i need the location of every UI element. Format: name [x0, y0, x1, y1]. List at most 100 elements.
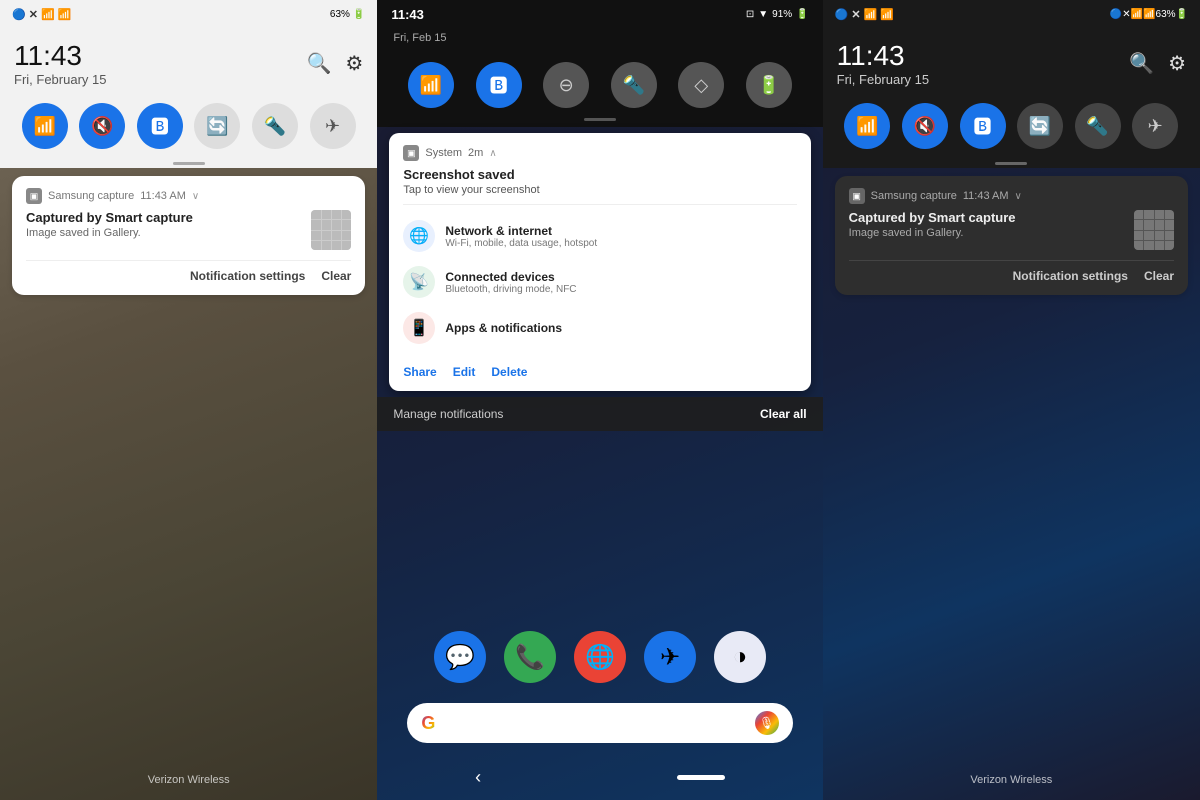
mid-tile-wifi[interactable]: 📶 [408, 62, 454, 108]
left-quick-tiles: 📶 🔇 🅱 🔄 🔦 ✈ [0, 93, 377, 159]
mid-card-chevron[interactable]: ∧ [489, 148, 496, 159]
network-sub: Wi-Fi, mobile, data usage, hotspot [445, 238, 597, 249]
right-notification-card[interactable]: ▣ Samsung capture 11:43 AM ∨ Captured by… [835, 176, 1188, 295]
delete-button[interactable]: Delete [491, 365, 527, 379]
mid-date-bar: Fri, Feb 15 [377, 28, 822, 52]
right-notif-body: Captured by Smart capture Image saved in… [849, 210, 1174, 250]
right-tile-mute[interactable]: 🔇 [902, 103, 948, 149]
edit-button[interactable]: Edit [453, 365, 476, 379]
right-notification-settings-button[interactable]: Notification settings [1013, 269, 1128, 283]
right-tile-airplane[interactable]: ✈ [1132, 103, 1178, 149]
settings-list: 🌐 Network & internet Wi-Fi, mobile, data… [403, 204, 796, 351]
right-settings-icon[interactable]: ⚙ [1168, 51, 1186, 76]
left-carrier: Verizon Wireless [0, 774, 377, 786]
mid-divider [377, 118, 822, 127]
right-tile-wifi[interactable]: 📶 [844, 103, 890, 149]
right-header: 11:43 Fri, February 15 🔍 ⚙ [823, 28, 1200, 93]
devices-sub: Bluetooth, driving mode, NFC [445, 284, 576, 295]
right-divider-line [995, 162, 1027, 165]
nav-home-pill[interactable] [677, 775, 725, 780]
left-status-icons: 🔵 ✕ 📶 📶 [12, 8, 71, 21]
google-app[interactable]: ◑ [714, 631, 766, 683]
chrome-app[interactable]: 🌐 [574, 631, 626, 683]
notif-actions: Notification settings Clear [26, 260, 351, 283]
notif-time: 11:43 AM [140, 190, 186, 202]
notif-header: ▣ Samsung capture 11:43 AM ∨ [26, 188, 351, 204]
battery-icon: 🔋 [796, 9, 808, 20]
devices-icon: 📡 [403, 266, 435, 298]
right-header-icons: 🔍 ⚙ [1129, 51, 1186, 76]
notif-header-left: ▣ Samsung capture 11:43 AM ∨ [26, 188, 199, 204]
right-status-icons: 🔵 ✕ 📶 📶 [835, 8, 894, 21]
clear-all-button[interactable]: Clear all [760, 407, 807, 421]
right-search-icon[interactable]: 🔍 [1129, 51, 1154, 76]
settings-item-apps[interactable]: 📱 Apps & notifications [403, 305, 796, 351]
tile-mute[interactable]: 🔇 [79, 103, 125, 149]
left-time: 11:43 [14, 40, 106, 72]
mid-tile-dnd[interactable]: ⊖ [543, 62, 589, 108]
mid-time: 11:43 [391, 7, 424, 22]
right-notif-sub: Image saved in Gallery. [849, 227, 1124, 239]
phone-app[interactable]: 📞 [504, 631, 556, 683]
right-notif-time: 11:43 AM [963, 190, 1009, 202]
messages-app[interactable]: 💬 [434, 631, 486, 683]
right-notif-chevron[interactable]: ∨ [1015, 191, 1022, 202]
notif-app-icon: ▣ [26, 188, 42, 204]
left-notification-card[interactable]: ▣ Samsung capture 11:43 AM ∨ Captured by… [12, 176, 365, 295]
left-header: 11:43 Fri, February 15 🔍 ⚙ [0, 28, 377, 93]
nav-bar: ‹ [377, 759, 822, 800]
wifi-indicator: ▼ [758, 9, 768, 20]
mid-battery: 91% [772, 9, 792, 20]
middle-panel: 11:43 ⊡ ▼ 91% 🔋 Fri, Feb 15 📶 🅱 ⊖ 🔦 ◇ 🔋 … [377, 0, 822, 800]
manage-notifications-bar: Manage notifications Clear all [377, 397, 822, 431]
clear-button[interactable]: Clear [321, 269, 351, 283]
google-mic-button[interactable]: 🎙 [755, 711, 779, 735]
nav-back-button[interactable]: ‹ [475, 767, 481, 788]
tile-wifi[interactable]: 📶 [22, 103, 68, 149]
mid-tile-share[interactable]: ◇ [678, 62, 724, 108]
manage-label[interactable]: Manage notifications [393, 407, 503, 421]
battery-pct: 63% [330, 9, 350, 20]
share-button[interactable]: Share [403, 365, 436, 379]
mid-divider-line [584, 118, 616, 121]
tile-flashlight[interactable]: 🔦 [252, 103, 298, 149]
notif-chevron[interactable]: ∨ [192, 191, 199, 202]
left-datetime: 11:43 Fri, February 15 [14, 40, 106, 87]
notif-body: Captured by Smart capture Image saved in… [26, 210, 351, 250]
tile-rotate[interactable]: 🔄 [194, 103, 240, 149]
right-tile-flashlight[interactable]: 🔦 [1075, 103, 1121, 149]
right-notif-header-left: ▣ Samsung capture 11:43 AM ∨ [849, 188, 1022, 204]
right-status-bar: 🔵 ✕ 📶 📶 🔵✕📶📶63%🔋 [823, 0, 1200, 28]
left-panel: 🔵 ✕ 📶 📶 63% 🔋 11:43 Fri, February 15 🔍 ⚙… [0, 0, 377, 800]
left-divider [0, 159, 377, 168]
right-time: 11:43 [837, 40, 929, 72]
search-icon[interactable]: 🔍 [307, 51, 332, 76]
notif-sub: Image saved in Gallery. [26, 227, 301, 239]
network-icon: 🌐 [403, 220, 435, 252]
left-header-icons: 🔍 ⚙ [307, 51, 364, 76]
battery-icon: 🔋 [353, 9, 365, 20]
settings-item-network[interactable]: 🌐 Network & internet Wi-Fi, mobile, data… [403, 213, 796, 259]
devices-text: Connected devices Bluetooth, driving mod… [445, 270, 576, 295]
mid-status-right: ⊡ ▼ 91% 🔋 [746, 9, 809, 20]
settings-icon[interactable]: ⚙ [345, 51, 363, 76]
right-clear-button[interactable]: Clear [1144, 269, 1174, 283]
right-tile-bluetooth[interactable]: 🅱 [960, 103, 1006, 149]
tile-airplane[interactable]: ✈ [310, 103, 356, 149]
settings-item-devices[interactable]: 📡 Connected devices Bluetooth, driving m… [403, 259, 796, 305]
notif-app-name: Samsung capture [48, 190, 134, 202]
right-tile-rotate[interactable]: 🔄 [1017, 103, 1063, 149]
network-text: Network & internet Wi-Fi, mobile, data u… [445, 224, 597, 249]
mid-notification-card[interactable]: ▣ System 2m ∧ Screenshot saved Tap to vi… [389, 133, 810, 391]
mid-tile-bluetooth[interactable]: 🅱 [476, 62, 522, 108]
right-carrier: Verizon Wireless [823, 774, 1200, 786]
telegram-app[interactable]: ✈ [644, 631, 696, 683]
right-notif-app-icon: ▣ [849, 188, 865, 204]
mid-tile-flashlight[interactable]: 🔦 [611, 62, 657, 108]
mid-app-icon: ▣ [403, 145, 419, 161]
right-divider [823, 159, 1200, 168]
notification-settings-button[interactable]: Notification settings [190, 269, 305, 283]
tile-bluetooth[interactable]: 🅱 [137, 103, 183, 149]
mid-tile-battery[interactable]: 🔋 [746, 62, 792, 108]
google-search-bar[interactable]: G 🎙 [407, 703, 792, 743]
